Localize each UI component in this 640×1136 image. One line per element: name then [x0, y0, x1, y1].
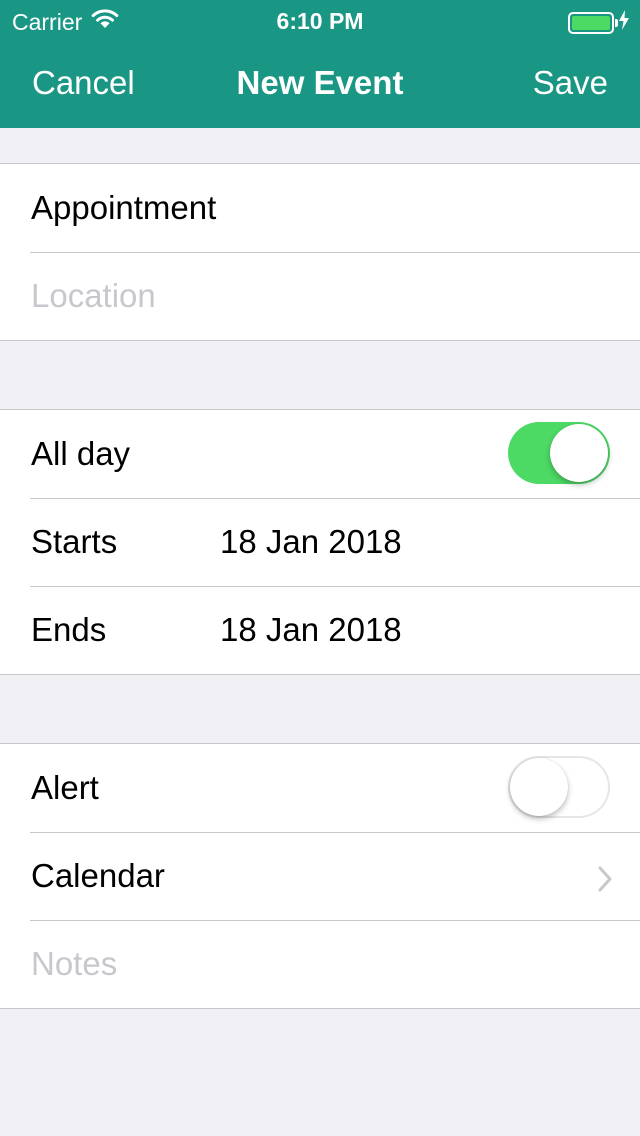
charging-bolt-icon [618, 9, 630, 37]
chevron-right-icon [598, 862, 612, 900]
starts-row[interactable]: Starts 18 Jan 2018 [0, 498, 640, 586]
event-details-section [0, 163, 640, 341]
notes-row [0, 920, 640, 1008]
battery-fill [572, 16, 610, 30]
battery-tip [615, 19, 618, 27]
calendar-label: Calendar [31, 857, 165, 894]
status-bar: Carrier 6:10 PM [0, 0, 640, 40]
ends-date-value: 18 Jan 2018 [220, 611, 402, 648]
options-section: Alert Calendar [0, 743, 640, 1009]
calendar-row[interactable]: Calendar [0, 832, 640, 920]
cancel-button[interactable]: Cancel [32, 64, 135, 102]
navigation-bar: Cancel New Event Save [0, 40, 640, 128]
notes-field[interactable] [31, 945, 591, 983]
starts-date-value: 18 Jan 2018 [220, 523, 402, 560]
ends-row[interactable]: Ends 18 Jan 2018 [0, 586, 640, 674]
toggle-knob [550, 424, 608, 482]
title-row [0, 164, 640, 252]
alert-label: Alert [31, 769, 99, 806]
title-field[interactable] [31, 189, 591, 227]
location-field[interactable] [31, 277, 591, 315]
alert-toggle[interactable] [508, 756, 610, 818]
battery-icon [568, 12, 618, 34]
all-day-toggle[interactable] [508, 422, 610, 484]
alert-row: Alert [0, 744, 640, 832]
save-button[interactable]: Save [533, 64, 608, 102]
battery-indicator [568, 9, 630, 37]
schedule-section: All day Starts 18 Jan 2018 Ends 18 Jan 2… [0, 409, 640, 675]
all-day-row: All day [0, 410, 640, 498]
ends-label: Ends [31, 611, 107, 648]
status-time: 6:10 PM [276, 8, 364, 34]
app-header: Carrier 6:10 PM Cancel New Event Save [0, 0, 640, 128]
toggle-knob [510, 758, 568, 816]
location-row [0, 252, 640, 340]
all-day-label: All day [31, 435, 131, 472]
starts-label: Starts [31, 523, 118, 560]
